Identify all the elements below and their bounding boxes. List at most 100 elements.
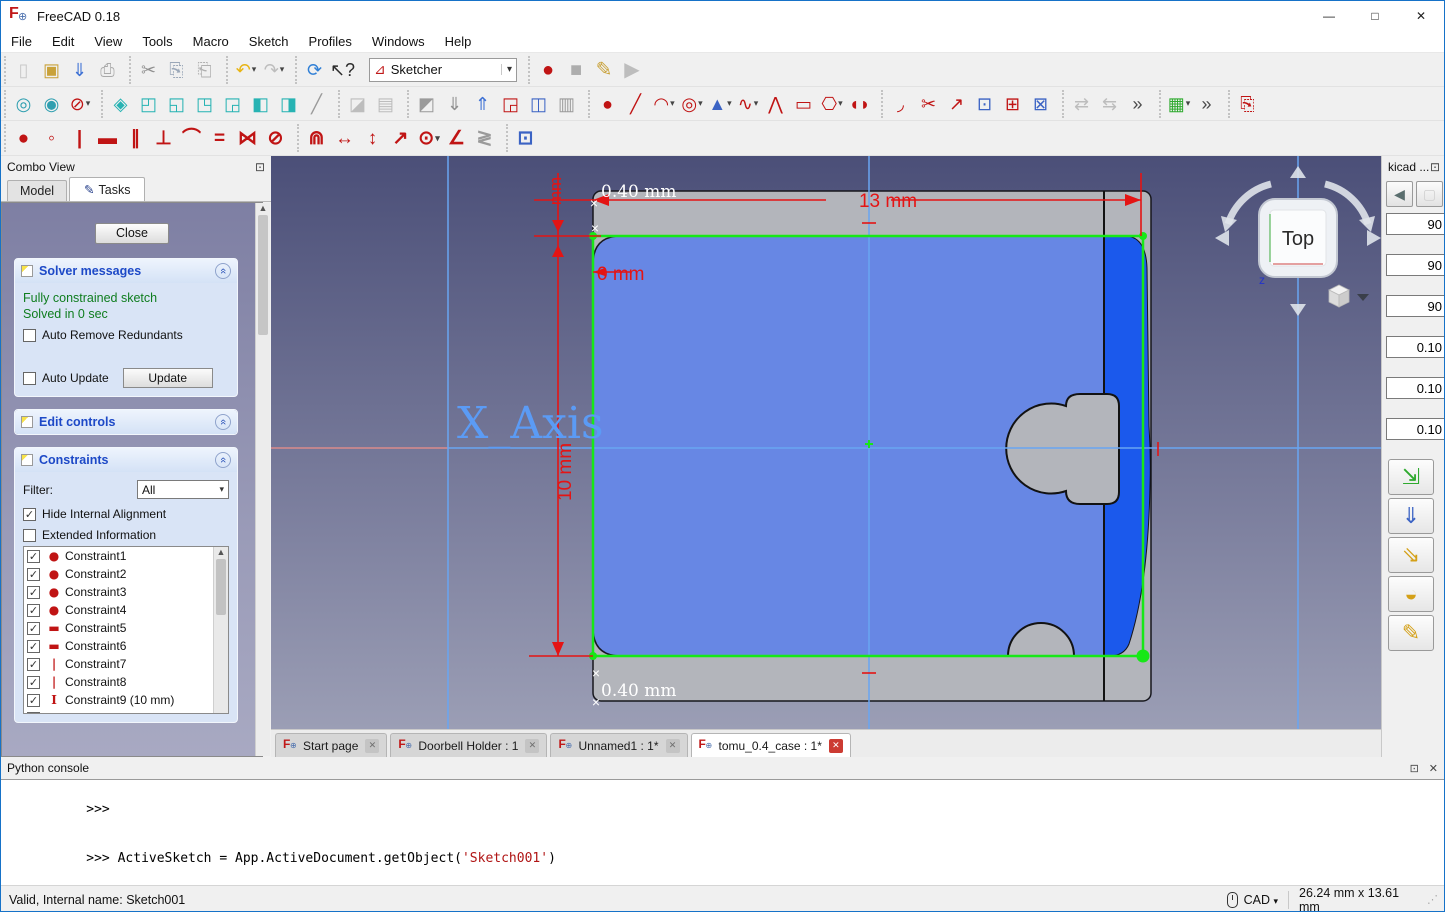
tab-close-icon[interactable]: ✕ [666,739,680,753]
export-sketch-icon[interactable]: ⇑ [469,90,497,118]
menu-item[interactable]: Tools [132,32,182,51]
menu-item[interactable]: Help [435,32,482,51]
kicad-push-models-button[interactable]: ⇓ [1388,498,1434,534]
zero-dimension-label[interactable]: 0 mm [597,264,645,285]
constrain-perpendicular-icon[interactable]: ⊥ [150,124,178,152]
folder-icon[interactable]: ▤ [372,90,400,118]
new-file-icon[interactable]: ▯ [10,56,38,84]
constraint-checkbox[interactable]: ✓ [27,640,40,653]
auto-remove-redundants-checkbox[interactable] [23,329,36,342]
constrain-symmetric-icon[interactable]: ⋈ [234,124,262,152]
render-order-icon[interactable]: ⎘ [1234,90,1262,118]
collapse-chevron-icon[interactable]: « [215,452,231,468]
create-polygon-icon[interactable]: ⎔▾ [818,90,846,118]
map-sketch-icon[interactable]: ◩ [413,90,441,118]
constrain-vertical-icon[interactable]: | [66,124,94,152]
float-panel-icon[interactable]: ⊡ [1430,160,1440,174]
open-file-icon[interactable]: ▣ [38,56,66,84]
menu-item[interactable]: Sketch [239,32,299,51]
kicad-rotation-field[interactable] [1386,254,1445,276]
part-boolean-icon[interactable]: ◪ [344,90,372,118]
height-dimension-label[interactable]: 10 mm [555,443,576,501]
workbench-selector[interactable]: ⊿ Sketcher ▾ [369,58,517,82]
collapse-chevron-icon[interactable]: « [215,263,231,279]
document-tab[interactable]: F⊕ Doorbell Holder : 1 ✕ [390,733,547,757]
create-bspline-icon[interactable]: ∿▾ [734,90,762,118]
constraint-row[interactable]: ✓ | Constraint7 [24,655,228,673]
maximize-button[interactable]: □ [1352,1,1398,31]
nav-style-dropdown-icon[interactable] [1357,294,1369,301]
menu-item[interactable]: View [84,32,132,51]
close-button[interactable]: ✕ [1398,1,1444,31]
fillet-icon[interactable]: ◞ [887,90,915,118]
validate-sketch-icon[interactable]: ◲ [497,90,525,118]
measure-icon[interactable]: ╱ [303,90,331,118]
constraint-row[interactable]: ✓ Ⅰ Constraint9 (10 mm) [24,691,228,709]
import-sketch-icon[interactable]: ⇓ [441,90,469,118]
hide-internal-alignment-row[interactable]: ✓ Hide Internal Alignment [23,507,229,521]
constrain-parallel-icon[interactable]: ∥ [122,124,150,152]
python-console-body[interactable]: >>> >>> ActiveSketch = App.ActiveDocumen… [1,779,1444,885]
filter-select[interactable]: All ▾ [137,480,229,499]
print-icon[interactable]: ⎙ [94,56,122,84]
menu-item[interactable]: Profiles [299,32,362,51]
constraints-header[interactable]: Constraints « [15,448,237,472]
auto-update-checkbox[interactable] [23,372,36,385]
constraint-row[interactable]: ✓ ▬ Constraint5 [24,619,228,637]
scrollbar-thumb[interactable] [216,559,226,615]
constrain-coincident-icon[interactable]: ● [10,124,38,152]
solver-messages-header[interactable]: Solver messages « [15,259,237,283]
fit-selection-icon[interactable]: ◉ [38,90,66,118]
kicad-rotation-field[interactable] [1386,213,1445,235]
kicad-rotation-field[interactable] [1386,377,1445,399]
view-rear-icon[interactable]: ◲ [219,90,247,118]
constraint-checkbox[interactable]: ✓ [27,658,40,671]
view-right-icon[interactable]: ◳ [191,90,219,118]
undo-icon[interactable]: ↶▾ [232,56,260,84]
view-front-icon[interactable]: ◰ [135,90,163,118]
tasks-scrollbar[interactable]: ▲ [255,203,270,756]
document-tab[interactable]: F⊕ tomu_0.4_case : 1* ✕ [691,733,851,757]
menu-item[interactable]: Edit [42,32,84,51]
kicad-export-board-button[interactable]: ⇘ [1388,537,1434,573]
element-filter-icon[interactable]: ▦▾ [1165,90,1193,118]
menu-item[interactable]: File [1,32,42,51]
kicad-rotation-field[interactable] [1386,295,1445,317]
create-polyline-icon[interactable]: ⋀ [762,90,790,118]
mirror-sketch-icon[interactable]: ▥ [553,90,581,118]
constraint-row[interactable]: ✓ | Constraint8 [24,673,228,691]
tab-model[interactable]: Model [7,180,67,201]
constrain-block-icon[interactable]: ⊘ [262,124,290,152]
trim-icon[interactable]: ✂ [915,90,943,118]
constraint-row[interactable]: ✓ ● Constraint4 [24,601,228,619]
close-task-button[interactable]: Close [95,223,169,244]
mini-cube-icon[interactable] [1329,285,1349,307]
paste-icon[interactable]: ⎗ [191,56,219,84]
constraint-row[interactable]: ✓ ● Constraint2 [24,565,228,583]
macro-record-icon[interactable]: ● [534,56,562,84]
navigation-style-selector[interactable]: CAD ▾ [1244,893,1278,907]
kicad-rotation-field[interactable] [1386,418,1445,440]
scrollbar-thumb[interactable] [258,215,268,335]
nav-down-arrow-icon[interactable] [1290,304,1306,316]
kicad-blank-button[interactable]: ▢ [1416,181,1443,207]
toolbar-overflow2-icon[interactable]: » [1193,90,1221,118]
constraint-checkbox[interactable]: ✓ [27,568,40,581]
toolbar-overflow-icon[interactable]: » [1124,90,1152,118]
float-panel-icon[interactable]: ⊡ [255,160,265,174]
kicad-rotation-field[interactable] [1386,336,1445,358]
constrain-snells-law-icon[interactable]: ≷ [471,124,499,152]
whats-this-icon[interactable]: ↖? [329,56,357,84]
constraint-row[interactable]: ✓ ▬ Constraint6 [24,637,228,655]
external-geometry-icon[interactable]: ⊡ [971,90,999,118]
kicad-back-button[interactable]: ◀ [1386,181,1413,207]
create-circle-icon[interactable]: ◎▾ [678,90,706,118]
view-bottom-icon[interactable]: ◧ [247,90,275,118]
constraint-list-scrollbar[interactable]: ▲ [213,547,228,713]
menu-item[interactable]: Macro [183,32,239,51]
nav-left-arrow-icon[interactable] [1215,230,1229,246]
constrain-vertical-distance-icon[interactable]: ↕ [359,124,387,152]
view-top-icon[interactable]: ◱ [163,90,191,118]
constraint-checkbox[interactable]: ✓ [27,604,40,617]
extend-icon[interactable]: ↗ [943,90,971,118]
